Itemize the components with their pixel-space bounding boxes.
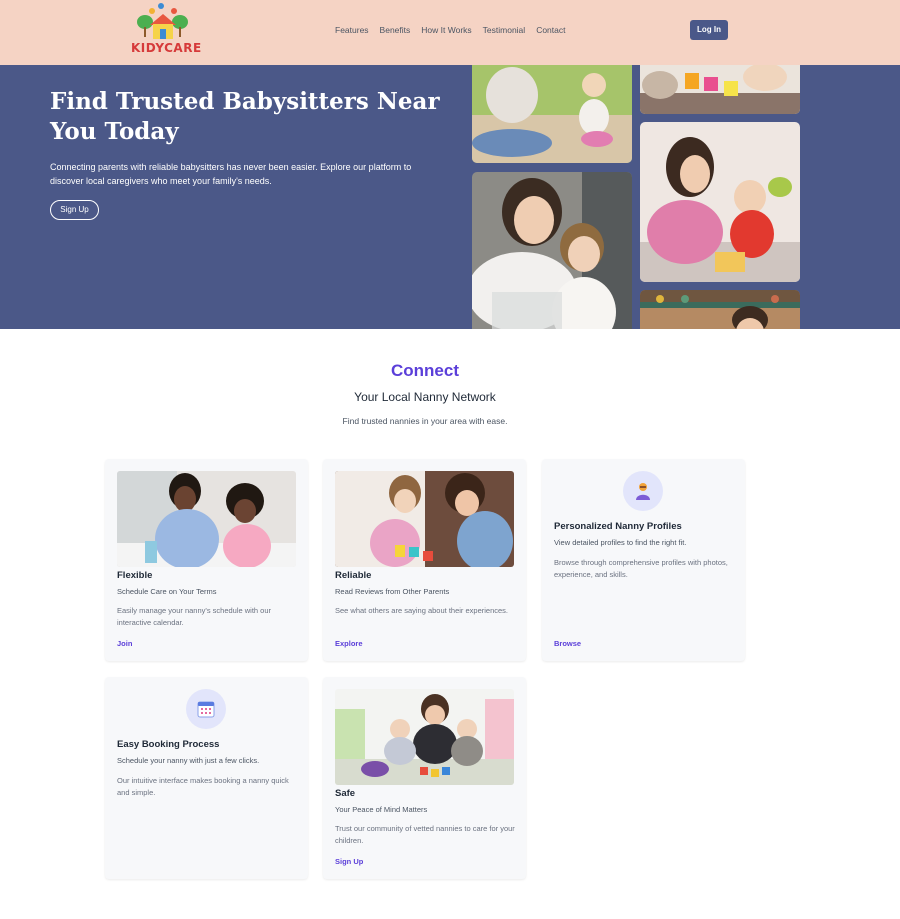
hero-photo-mother-son-drawing [640, 122, 800, 282]
card-subtitle: Schedule your nanny with just a few clic… [117, 756, 260, 765]
person-icon [636, 483, 650, 500]
card-subtitle: View detailed profiles to find the right… [554, 538, 687, 547]
card-description: See what others are saying about their e… [335, 606, 509, 615]
explore-link[interactable]: Explore [335, 639, 363, 648]
section-subtext: Find trusted nannies in your area with e… [342, 416, 508, 426]
nav-how-it-works[interactable]: How It Works [421, 25, 471, 35]
hero-photo-caregiver-room [640, 290, 800, 329]
feature-card-reliable: Reliable Read Reviews from Other Parents… [323, 459, 526, 661]
card-description: Our intuitive interface makes booking a … [117, 776, 289, 797]
main-nav: Features Benefits How It Works Testimoni… [335, 25, 565, 35]
hero-signup-button[interactable]: Sign Up [50, 200, 99, 220]
hero-photo-mother-child-outdoors [472, 65, 632, 163]
hero-section: Find Trusted Babysitters Near You Today … [0, 65, 900, 329]
join-link[interactable]: Join [117, 639, 132, 648]
browse-link[interactable]: Browse [554, 639, 581, 648]
card-image-mother-toddler [335, 471, 514, 567]
login-button[interactable]: Log In [690, 20, 728, 40]
card-subtitle: Schedule Care on Your Terms [117, 587, 217, 596]
nav-testimonial[interactable]: Testimonial [483, 25, 526, 35]
card-subtitle: Your Peace of Mind Matters [335, 805, 428, 814]
hero-description: Connecting parents with reliable babysit… [50, 162, 412, 186]
hero-photo-mother-daughter [472, 172, 632, 329]
section-eyebrow: Connect [391, 361, 459, 380]
nav-features[interactable]: Features [335, 25, 369, 35]
hero-title: Find Trusted Babysitters Near You Today [50, 88, 440, 145]
feature-card-booking: Easy Booking Process Schedule your nanny… [105, 677, 308, 879]
feature-card-safe: Safe Your Peace of Mind Matters Trust ou… [323, 677, 526, 879]
calendar-icon-badge [186, 689, 226, 729]
brand-name: KIDYCARE [131, 41, 202, 55]
card-description: Trust our community of vetted nannies to… [335, 824, 515, 845]
hero-photo-toddler-cups [640, 65, 800, 114]
section-heading: Your Local Nanny Network [354, 390, 496, 404]
card-title: Reliable [335, 570, 372, 581]
signup-link[interactable]: Sign Up [335, 857, 363, 866]
feature-card-flexible: Flexible Schedule Care on Your Terms Eas… [105, 459, 308, 661]
site-header: KIDYCARE Features Benefits How It Works … [0, 0, 900, 65]
profile-icon-badge [623, 471, 663, 511]
card-description: Browse through comprehensive profiles wi… [554, 558, 728, 579]
feature-card-profiles: Personalized Nanny Profiles View detaile… [542, 459, 745, 661]
card-title: Safe [335, 788, 356, 799]
card-subtitle: Read Reviews from Other Parents [335, 587, 450, 596]
nav-benefits[interactable]: Benefits [380, 25, 411, 35]
card-description: Easily manage your nanny's schedule with… [117, 606, 272, 627]
card-title: Flexible [117, 570, 153, 581]
card-title: Easy Booking Process [117, 739, 220, 750]
nav-contact[interactable]: Contact [536, 25, 565, 35]
calendar-icon [197, 701, 215, 718]
card-image-nanny-kids-playmat [335, 689, 514, 785]
card-title: Personalized Nanny Profiles [554, 521, 682, 532]
card-image-nanny-helping-girl [117, 471, 296, 567]
